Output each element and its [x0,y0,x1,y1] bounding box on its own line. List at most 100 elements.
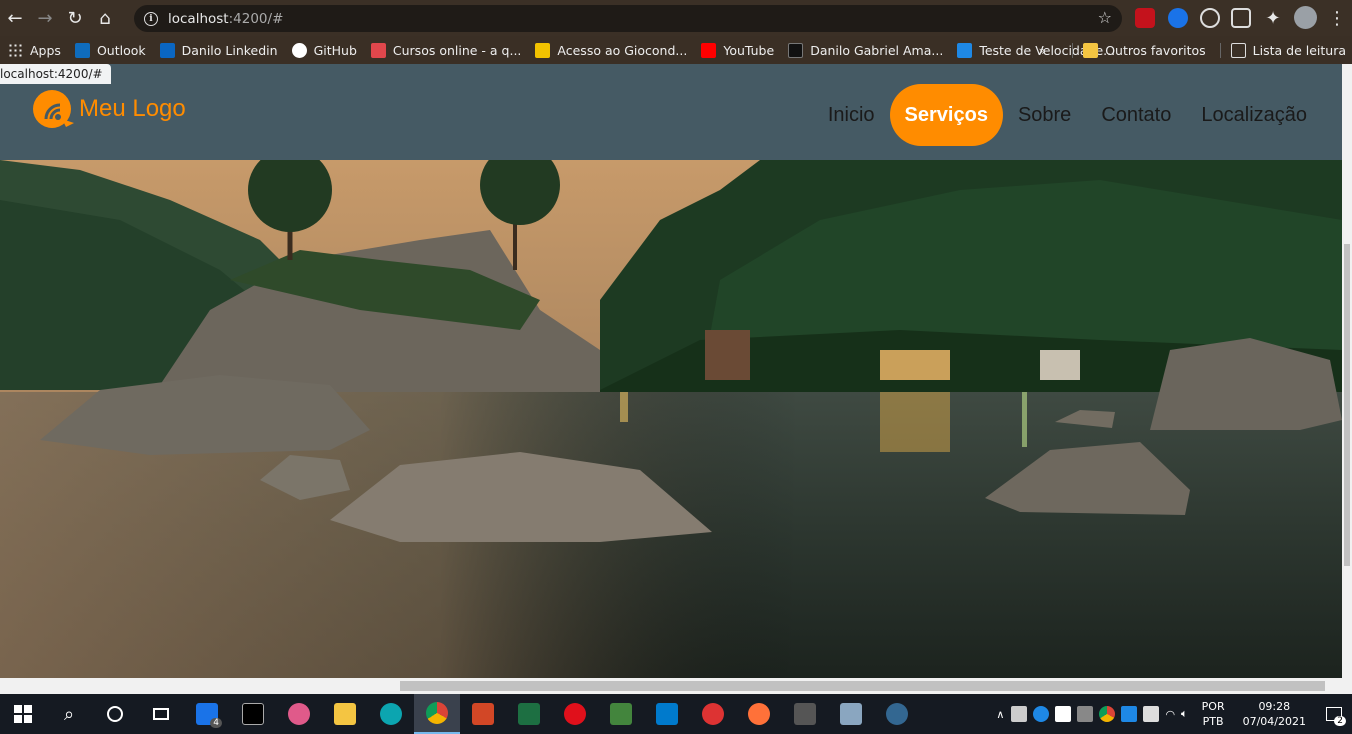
bookmark-linkedin[interactable]: Danilo Linkedin [159,42,278,58]
app-pinned-1[interactable] [782,694,828,734]
extension-speed-icon[interactable] [1200,8,1220,28]
ccleaner-app[interactable] [690,694,736,734]
bookmark-outlook[interactable]: Outlook [74,42,146,58]
start-button[interactable] [0,694,46,734]
back-arrow-icon[interactable]: ← [0,3,30,33]
site-info-icon[interactable]: i [144,11,158,26]
language-code: POR [1201,700,1225,713]
udemy-icon [370,42,386,58]
tray-app-icon[interactable] [1143,706,1160,722]
reading-list[interactable]: Lista de leitura [1219,42,1346,58]
edge-app[interactable] [368,694,414,734]
extension-youtube-icon[interactable] [1135,8,1155,28]
nodejs-icon [610,703,632,725]
nav-inicio[interactable]: Inicio [813,84,890,146]
folder-icon [334,703,356,725]
terminal-app[interactable] [230,694,276,734]
task-view-button[interactable] [138,694,184,734]
browser-menu-icon[interactable]: ⋮ [1322,3,1352,33]
bookmark-site-icon [788,42,804,58]
security-shield-icon[interactable] [1055,706,1072,722]
windows-logo-icon [14,705,32,723]
nav-sobre[interactable]: Sobre [1003,84,1086,146]
youtube-icon [701,42,717,58]
bookmark-label: Outlook [96,42,146,58]
nav-localizacao[interactable]: Localização [1186,84,1322,146]
chrome-tray-icon[interactable] [1099,706,1116,722]
apps-grid-icon [8,42,23,58]
ccleaner-icon [702,703,724,725]
giocond-icon [535,42,551,58]
bookmark-label: Danilo Linkedin [181,42,278,58]
extensions-puzzle-icon[interactable]: ✦ [1258,3,1288,33]
mail-app[interactable]: 4 [184,694,230,734]
horizontal-scroll-thumb[interactable] [400,681,1325,691]
lake-scene-illustration [0,145,1342,678]
chrome-app[interactable] [414,694,460,734]
url-path: :4200/# [228,10,284,27]
excel-icon [518,703,540,725]
bookmark-label: YouTube [723,42,775,58]
bookmark-apps[interactable]: Apps [8,42,61,58]
chrome-icon [426,702,448,724]
cortana-button[interactable] [92,694,138,734]
bookmark-label: Danilo Gabriel Ama... [810,42,944,58]
postgres-app[interactable] [874,694,920,734]
vertical-scroll-thumb[interactable] [1344,244,1350,566]
speedtest-icon [957,42,973,58]
site-header: Meu Logo Inicio Serviços Sobre Contato L… [0,64,1342,160]
search-icon: ⌕ [63,703,75,725]
snip-app[interactable] [276,694,322,734]
volume-icon[interactable]: 🔈︎ [1181,707,1188,721]
bookmark-label: Apps [30,42,61,58]
opera-app[interactable] [552,694,598,734]
address-bar[interactable]: i localhost:4200/# ☆ [134,5,1122,32]
bookmark-danilo[interactable]: Danilo Gabriel Ama... [788,42,944,58]
search-button[interactable]: ⌕ [46,694,92,734]
site-logo[interactable]: Meu Logo [30,89,186,129]
bookmark-label: Cursos online - a q... [392,42,522,58]
app-pinned-2[interactable] [828,694,874,734]
powerpoint-app[interactable] [460,694,506,734]
profile-avatar[interactable] [1294,6,1317,29]
home-icon[interactable]: ⌂ [90,3,120,33]
file-explorer-app[interactable] [322,694,368,734]
bookmark-github[interactable]: GitHub [291,42,357,58]
nav-servicos[interactable]: Serviços [889,84,1003,146]
bookmark-giocond[interactable]: Acesso ao Giocond... [535,42,687,58]
forward-arrow-icon[interactable]: → [30,3,60,33]
github-icon [291,42,307,58]
bookmarks-overflow-button[interactable]: » [1039,43,1047,58]
notification-center-button[interactable]: 2 [1316,694,1352,734]
clock-time: 09:28 [1258,700,1291,713]
bookmarks-bar: Apps Outlook Danilo Linkedin GitHub Curs… [0,36,1352,64]
linkedin-icon [159,42,175,58]
mail-badge: 4 [210,718,222,728]
clock[interactable]: 09:28 07/04/2021 [1243,699,1306,729]
vscode-app[interactable] [644,694,690,734]
firefox-app[interactable] [736,694,782,734]
extension-clipboard-icon[interactable] [1231,8,1251,28]
logo-wifi-icon [33,90,74,128]
reload-icon[interactable]: ↻ [60,3,90,33]
extension-bookmark-icon[interactable] [1168,8,1188,28]
postgres-elephant-icon [886,703,908,725]
tray-app-icon[interactable] [1121,706,1138,722]
bookmark-cursos[interactable]: Cursos online - a q... [370,42,522,58]
excel-app[interactable] [506,694,552,734]
nav-contato[interactable]: Contato [1086,84,1186,146]
opera-icon [564,703,586,725]
wifi-icon[interactable]: ◠ [1165,708,1175,721]
tray-app-icon[interactable] [1077,706,1094,722]
bookmark-youtube[interactable]: YouTube [701,42,775,58]
tray-expand-icon[interactable]: ∧ [996,708,1004,721]
other-favorites-folder[interactable]: Outros favoritos [1072,42,1206,58]
tray-app-icon[interactable] [1011,706,1028,722]
nodejs-app[interactable] [598,694,644,734]
bookmark-star-icon[interactable]: ☆ [1098,8,1112,27]
language-indicator[interactable]: POR PTB [1202,699,1225,729]
bluetooth-icon[interactable] [1033,706,1050,722]
app-icon [840,703,862,725]
folder-icon [1083,42,1099,58]
main-nav: Inicio Serviços Sobre Contato Localizaçã… [813,84,1322,146]
